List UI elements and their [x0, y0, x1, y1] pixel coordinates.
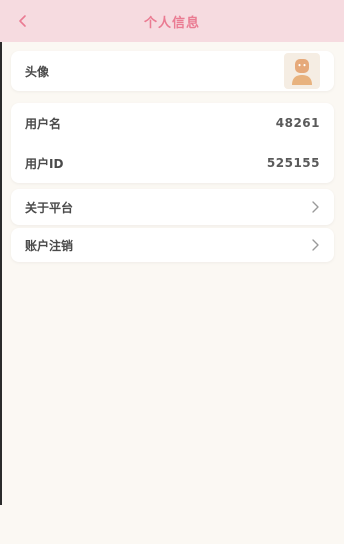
username-label: 用户名	[25, 116, 62, 131]
about-platform-label: 关于平台	[25, 200, 74, 215]
chevron-right-icon	[312, 239, 319, 251]
page-title: 个人信息	[143, 16, 200, 31]
avatar[interactable]	[284, 53, 320, 89]
person-avatar-icon	[292, 59, 312, 85]
username-row: 用户名 48261	[11, 103, 334, 143]
avatar-label: 头像	[25, 64, 50, 79]
nav-header: 个人信息	[0, 0, 344, 42]
delete-account-item[interactable]: 账户注销	[11, 228, 334, 262]
delete-account-label: 账户注销	[25, 238, 74, 253]
userid-row: 用户ID 525155	[11, 143, 334, 183]
username-value: 48261	[275, 116, 320, 130]
userid-label: 用户ID	[25, 156, 64, 171]
about-card: 关于平台	[11, 189, 334, 225]
avatar-row[interactable]: 头像	[11, 51, 334, 91]
delete-account-card: 账户注销	[11, 228, 334, 262]
account-info-card: 用户名 48261 用户ID 525155	[11, 103, 334, 183]
userid-value: 525155	[266, 156, 320, 170]
window-edge	[0, 0, 2, 505]
chevron-right-icon	[312, 201, 319, 213]
about-platform-item[interactable]: 关于平台	[11, 189, 334, 225]
avatar-card: 头像	[11, 51, 334, 91]
